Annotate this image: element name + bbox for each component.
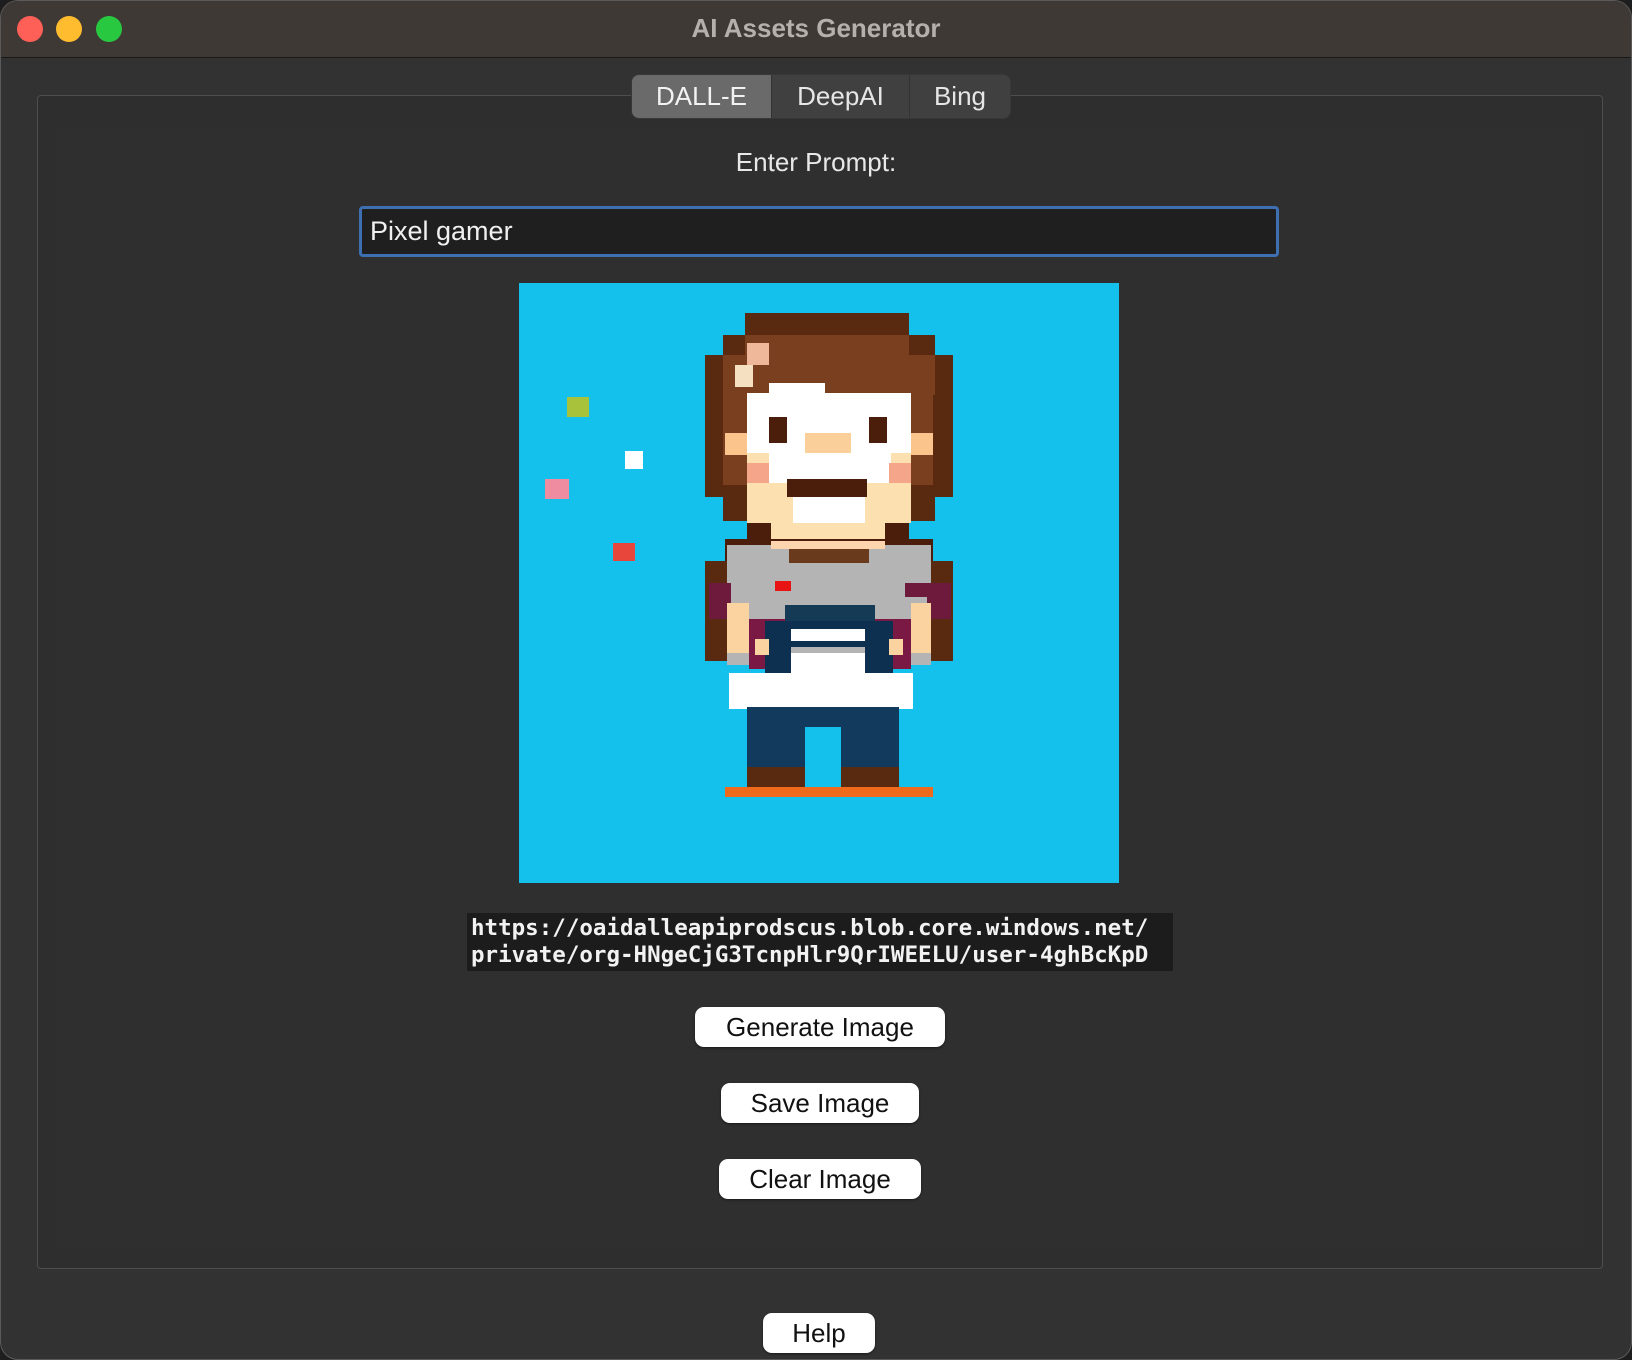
save-image-button[interactable]: Save Image xyxy=(721,1083,919,1123)
image-url-line-2: private/org-HNgeCjG3TcnpHlr9QrIWEELU/use… xyxy=(471,942,1149,968)
tab-dall-e[interactable]: DALL-E xyxy=(632,75,772,118)
generate-image-button[interactable]: Generate Image xyxy=(695,1007,945,1047)
prompt-label: Enter Prompt: xyxy=(735,147,897,177)
tab-deepai[interactable]: DeepAI xyxy=(772,75,910,118)
prompt-input[interactable] xyxy=(359,206,1279,257)
help-button[interactable]: Help xyxy=(763,1313,875,1353)
provider-tabs: DALL-E DeepAI Bing xyxy=(631,74,1011,119)
generated-image xyxy=(519,283,1119,883)
image-url-line-1: https://oaidalleapiprodscus.blob.core.wi… xyxy=(471,915,1149,941)
pixel-gamer-image xyxy=(519,283,1119,883)
app-window: AI Assets Generator DALL-E DeepAI Bing E… xyxy=(0,0,1632,1360)
image-url-text: https://oaidalleapiprodscus.blob.core.wi… xyxy=(467,913,1173,971)
tab-bing[interactable]: Bing xyxy=(910,75,1010,118)
clear-image-button[interactable]: Clear Image xyxy=(719,1159,921,1199)
title-bar: AI Assets Generator xyxy=(1,1,1631,58)
window-title: AI Assets Generator xyxy=(691,13,941,43)
